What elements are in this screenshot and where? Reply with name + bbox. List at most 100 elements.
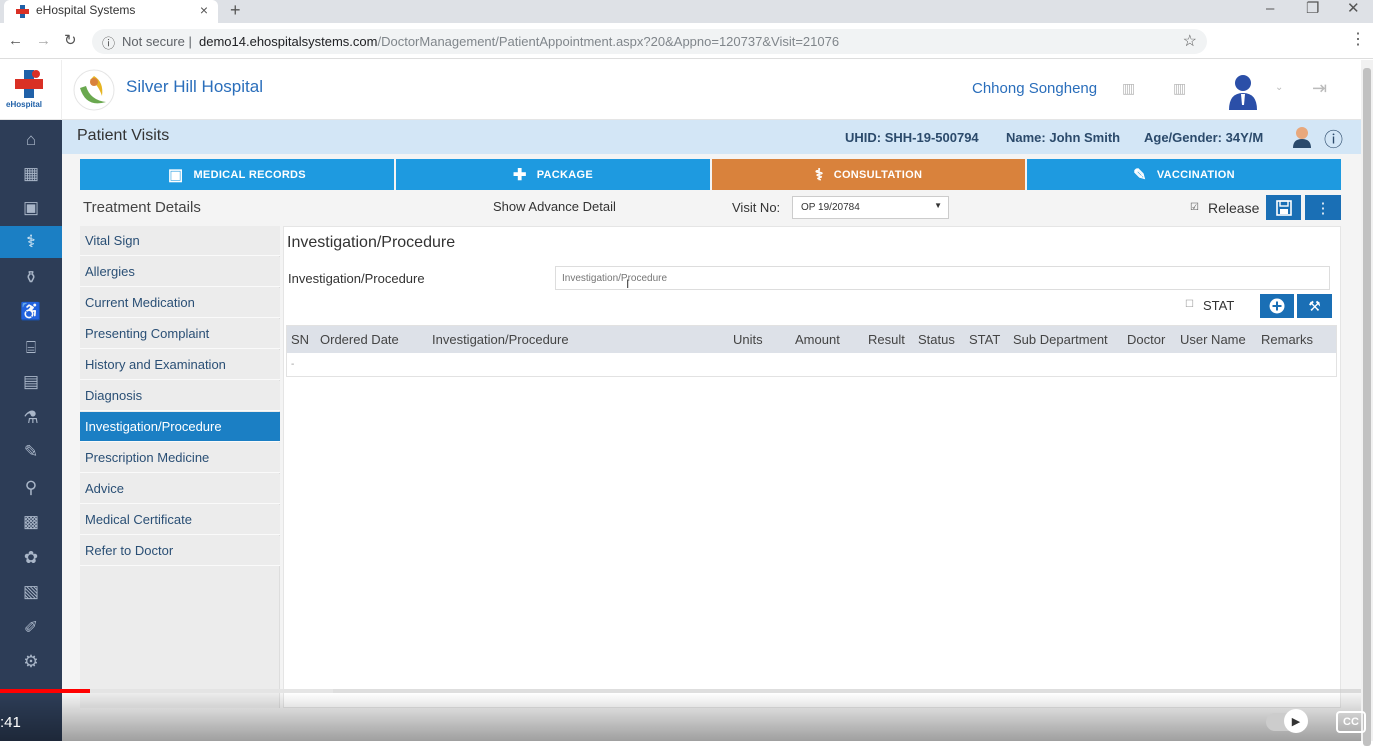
restore-icon[interactable]: ❐ [1306, 0, 1319, 18]
add-button[interactable] [1260, 294, 1294, 318]
dropdown-caret-icon: ▼ [934, 201, 942, 210]
pharmacy-icon[interactable]: ⚱ [0, 262, 62, 294]
doctor-icon[interactable]: ⚕ [0, 226, 62, 258]
bookmark-star-icon[interactable]: ☆ [1183, 31, 1197, 51]
browser-tab[interactable]: eHospital Systems × [4, 0, 218, 23]
menu-item-allergies[interactable]: Allergies [80, 257, 280, 287]
calendar-icon[interactable]: ▦ [0, 158, 62, 190]
report-icon[interactable]: ▩ [0, 506, 62, 538]
browser-menu-icon[interactable]: ⋮ [1350, 29, 1366, 49]
save-button[interactable] [1266, 195, 1301, 220]
page-scrollbar[interactable] [1361, 60, 1373, 746]
edit-icon[interactable]: ✐ [0, 612, 62, 644]
col-doctor: Doctor [1127, 332, 1166, 347]
captions-button[interactable]: CC [1336, 711, 1366, 733]
col-amount: Amount [795, 332, 840, 347]
user-avatar-icon[interactable] [1226, 72, 1260, 110]
new-tab-button[interactable]: + [230, 0, 241, 21]
visit-no-label: Visit No: [732, 200, 781, 215]
emergency-icon[interactable]: ♿ [0, 296, 62, 328]
url-text: demo14.ehospitalsystems.com/DoctorManage… [199, 34, 840, 49]
menu-item-current-medication[interactable]: Current Medication [80, 288, 280, 318]
tab-label: VACCINATION [1156, 168, 1235, 181]
investigation-input[interactable] [555, 266, 1330, 290]
scrollbar-thumb[interactable] [1363, 68, 1371, 746]
tab-label: PACKAGE [536, 168, 593, 181]
user-name[interactable]: Chhong Songheng [972, 80, 1097, 97]
menu-item-advice[interactable]: Advice [80, 474, 280, 504]
address-bar-row: ← → ↻ ⓘ Not secure | demo14.ehospitalsys… [0, 23, 1373, 59]
ehospital-cross-icon [15, 70, 43, 98]
col-investigation: Investigation/Procedure [432, 332, 569, 347]
browser-tab-title: eHospital Systems [36, 3, 136, 17]
menu-item-investigation-procedure[interactable]: Investigation/Procedure [80, 412, 280, 442]
tab-medical-records[interactable]: ▣ MEDICAL RECORDS [80, 159, 394, 190]
col-remarks: Remarks [1261, 332, 1314, 347]
menu-item-vital-sign[interactable]: Vital Sign [80, 226, 280, 256]
page-title: Patient Visits [77, 127, 170, 144]
minimize-icon[interactable]: – [1266, 0, 1274, 18]
vaccine-icon[interactable]: ✿ [0, 542, 62, 574]
building-icon[interactable]: ▣ [0, 192, 62, 224]
menu-item-diagnosis[interactable]: Diagnosis [80, 381, 280, 411]
patient-name: Name: John Smith [1006, 130, 1121, 145]
clear-button[interactable]: ⚒ [1297, 294, 1332, 318]
patient-profile-icon[interactable] [1292, 126, 1312, 148]
treatment-menu: Vital Sign Allergies Current Medication … [80, 226, 280, 708]
back-icon[interactable]: ← [8, 32, 23, 50]
menu-item-presenting-complaint[interactable]: Presenting Complaint [80, 319, 280, 349]
col-result: Result [868, 332, 905, 347]
video-progress-bar[interactable] [0, 689, 1361, 693]
patient-visits-bar: Patient Visits UHID: SHH-19-500794 Name:… [62, 120, 1361, 154]
hospital-name: Silver Hill Hospital [126, 77, 263, 96]
icon-sidebar: ⌂ ▦ ▣ ⚕ ⚱ ♿ ⌸ ▤ ⚗ ✎ ⚲ ▩ ✿ ▧ ✐ ⚙ [0, 120, 62, 741]
close-tab-icon[interactable]: × [200, 0, 208, 21]
more-options-button[interactable]: ⋮ [1305, 195, 1341, 220]
stat-checkbox[interactable]: ☐ [1185, 299, 1194, 310]
text-cursor-icon: I [626, 277, 630, 291]
browser-tab-strip: eHospital Systems × + – ❐ ✕ [0, 0, 1373, 23]
flask-icon[interactable]: ⚲ [0, 472, 62, 504]
tab-package[interactable]: ✚ PACKAGE [396, 159, 710, 190]
col-status: Status [918, 332, 955, 347]
clipboard-icon[interactable]: ▧ [0, 576, 62, 608]
bed-icon[interactable]: ▤ [0, 366, 62, 398]
logout-icon[interactable]: ⇥ [1312, 78, 1327, 99]
favicon-icon [16, 5, 29, 18]
info-circle-icon[interactable]: ⓘ [1324, 125, 1343, 152]
lab-icon[interactable]: ⚗ [0, 402, 62, 434]
url-bar[interactable]: ⓘ Not secure | demo14.ehospitalsystems.c… [92, 29, 1207, 54]
video-played [0, 689, 90, 693]
col-user-name: User Name [1180, 332, 1246, 347]
chevron-down-icon[interactable]: ⌄ [1275, 82, 1283, 93]
plus-circle-icon [1269, 298, 1285, 314]
forward-icon[interactable]: → [36, 32, 51, 50]
tab-vaccination[interactable]: ✎ VACCINATION [1027, 159, 1341, 190]
app-header: eHospital Silver Hill Hospital Chhong So… [0, 60, 1361, 120]
ehospital-logo-text: eHospital [6, 100, 43, 109]
window-close-icon[interactable]: ✕ [1347, 0, 1360, 18]
reload-icon[interactable]: ↻ [64, 32, 77, 50]
menu-item-medical-certificate[interactable]: Medical Certificate [80, 505, 280, 535]
video-controls-shade [0, 693, 1361, 741]
home-icon[interactable]: ⌂ [0, 124, 62, 156]
first-aid-kit-icon: ✚ [512, 166, 527, 184]
table-empty-cell: - [291, 359, 295, 370]
menu-item-history-examination[interactable]: History and Examination [80, 350, 280, 380]
ward-icon[interactable]: ⌸ [0, 332, 62, 364]
ehospital-logo[interactable]: eHospital [0, 60, 62, 120]
show-advance-detail-link[interactable]: Show Advance Detail [493, 199, 616, 214]
info-icon[interactable]: ⓘ [102, 33, 115, 52]
visit-no-select[interactable]: OP 19/20784 ▼ [792, 196, 949, 219]
tab-consultation[interactable]: ⚕ CONSULTATION [712, 159, 1025, 190]
injection-icon[interactable]: ✎ [0, 436, 62, 468]
autoplay-play-icon[interactable]: ▶ [1284, 709, 1308, 733]
table-header: SN Ordered Date Investigation/Procedure … [287, 326, 1336, 353]
menu-item-prescription-medicine[interactable]: Prescription Medicine [80, 443, 280, 473]
language-icon[interactable]: ▥ [1122, 80, 1135, 97]
menu-item-refer-to-doctor[interactable]: Refer to Doctor [80, 536, 280, 566]
settings-icon[interactable]: ⚙ [0, 646, 62, 678]
hospital-logo-icon [73, 69, 115, 111]
release-checkbox[interactable]: ☑ [1190, 202, 1199, 213]
language-alt-icon[interactable]: ▥ [1173, 80, 1186, 97]
